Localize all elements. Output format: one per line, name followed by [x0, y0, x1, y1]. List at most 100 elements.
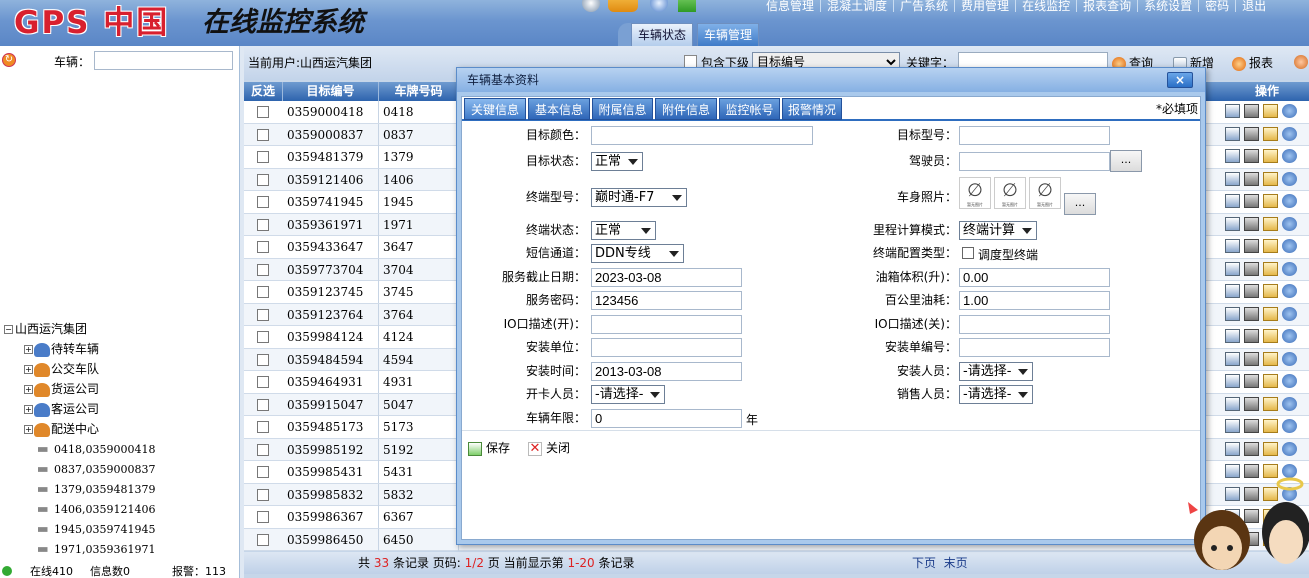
row-checkbox[interactable] — [257, 218, 269, 231]
save-icon[interactable] — [1244, 194, 1259, 208]
card-opener-select[interactable]: -请选择- — [591, 385, 665, 404]
save-button[interactable]: 保存 — [468, 439, 510, 456]
users-icon[interactable] — [1282, 149, 1297, 163]
document-icon[interactable] — [1263, 216, 1278, 231]
tree-group-label[interactable]: 配送中心 — [51, 422, 99, 436]
document-icon[interactable] — [1263, 306, 1278, 321]
users-icon[interactable] — [1282, 239, 1297, 253]
nav-item[interactable]: 混凝土调度 — [820, 0, 893, 12]
location-icon[interactable] — [582, 0, 600, 12]
save-icon[interactable] — [1244, 261, 1259, 276]
mileage-mode-select[interactable]: 终端计算 — [959, 221, 1037, 240]
expand-icon[interactable]: + — [24, 385, 33, 394]
edit-icon[interactable] — [1225, 396, 1240, 411]
nav-item[interactable]: 费用管理 — [954, 0, 1015, 12]
tree-vehicle-label[interactable]: 0418,0359000418 — [54, 443, 155, 456]
row-checkbox[interactable] — [257, 533, 269, 546]
dispatch-terminal-checkbox[interactable] — [962, 247, 974, 259]
save-icon[interactable] — [1244, 396, 1259, 411]
save-icon[interactable] — [1244, 441, 1259, 456]
terminal-status-select[interactable]: 正常 — [591, 221, 656, 240]
sms-channel-select[interactable]: DDN专线 — [591, 244, 684, 263]
edit-icon[interactable] — [1225, 419, 1240, 433]
edit-icon[interactable] — [1225, 104, 1240, 118]
tree-vehicle[interactable]: 1379,0359481379 — [4, 479, 238, 499]
tree-group[interactable]: + 客运公司 — [4, 399, 238, 419]
save-icon[interactable] — [1244, 419, 1259, 433]
vehicle-search-input[interactable] — [94, 51, 233, 70]
edit-icon[interactable] — [1225, 374, 1240, 388]
document-icon[interactable] — [1263, 329, 1278, 343]
row-checkbox[interactable] — [257, 353, 269, 366]
users-icon[interactable] — [1282, 261, 1297, 276]
install-time-input[interactable]: 2013-03-08 — [591, 362, 742, 381]
help-icon[interactable] — [650, 0, 668, 12]
row-checkbox[interactable] — [257, 241, 269, 253]
row-checkbox[interactable] — [257, 511, 269, 523]
row-checkbox[interactable] — [257, 128, 269, 141]
users-icon[interactable] — [1282, 351, 1297, 366]
users-icon[interactable] — [1282, 194, 1297, 208]
tree-vehicle-label[interactable]: 1379,0359481379 — [54, 483, 155, 496]
tree-vehicle-label[interactable]: 1406,0359121406 — [54, 503, 155, 516]
edit-icon[interactable] — [1225, 261, 1240, 276]
save-icon[interactable] — [1244, 216, 1259, 231]
fuel-consumption-input[interactable]: 1.00 — [959, 291, 1110, 310]
save-icon[interactable] — [1244, 149, 1259, 163]
row-checkbox[interactable] — [257, 151, 269, 163]
document-icon[interactable] — [1263, 419, 1278, 433]
tree-vehicle-label[interactable]: 1971,0359361971 — [54, 543, 155, 556]
install-unit-input[interactable] — [591, 338, 742, 357]
last-page-link[interactable]: 末页 — [944, 556, 968, 570]
tree-group[interactable]: + 配送中心 — [4, 419, 238, 439]
tree-root-label[interactable]: 山西运汽集团 — [15, 322, 87, 336]
document-icon[interactable] — [1263, 194, 1278, 208]
col-plate[interactable]: 车牌号码 — [379, 82, 459, 101]
dialog-tab[interactable]: 关键信息 — [464, 98, 526, 120]
nav-item[interactable]: 系统设置 — [1137, 0, 1198, 12]
sales-select[interactable]: -请选择- — [959, 385, 1033, 404]
car-icon[interactable] — [608, 0, 638, 12]
row-checkbox[interactable] — [257, 263, 269, 276]
row-checkbox[interactable] — [257, 398, 269, 411]
users-icon[interactable] — [1282, 306, 1297, 321]
tree-vehicle[interactable]: 1971,0359361971 — [4, 539, 238, 559]
edit-icon[interactable] — [1225, 441, 1240, 456]
tree-group[interactable]: + 货运公司 — [4, 379, 238, 399]
tree-vehicle-label[interactable]: 1945,0359741945 — [54, 523, 155, 536]
col-select[interactable]: 反选 — [244, 82, 283, 101]
row-checkbox[interactable] — [257, 286, 269, 298]
row-checkbox[interactable] — [257, 196, 269, 208]
document-icon[interactable] — [1263, 261, 1278, 276]
tree-group-label[interactable]: 客运公司 — [51, 402, 99, 416]
tree-vehicle[interactable]: 0837,0359000837 — [4, 459, 238, 479]
row-checkbox[interactable] — [257, 106, 269, 118]
document-icon[interactable] — [1263, 149, 1278, 163]
save-icon[interactable] — [1244, 329, 1259, 343]
users-icon[interactable] — [1282, 419, 1297, 433]
tab-vehicle-management[interactable]: 车辆管理 — [697, 23, 760, 46]
download-icon[interactable] — [678, 0, 696, 12]
install-no-input[interactable] — [959, 338, 1110, 357]
io-close-input[interactable] — [959, 315, 1110, 334]
dialog-tab[interactable]: 附属信息 — [592, 98, 653, 120]
expand-icon[interactable]: + — [24, 345, 33, 354]
nav-item[interactable]: 退出 — [1235, 0, 1272, 12]
photo-slot[interactable]: ∅ 暂无图片 — [1029, 177, 1061, 209]
save-icon[interactable] — [1244, 374, 1259, 388]
edit-icon[interactable] — [1225, 351, 1240, 366]
tree-group-label[interactable]: 公交车队 — [51, 362, 99, 376]
target-color-input[interactable] — [591, 126, 813, 145]
expand-icon[interactable]: + — [24, 365, 33, 374]
users-icon[interactable] — [1282, 284, 1297, 298]
col-target-no[interactable]: 目标编号 — [283, 82, 379, 101]
users-icon[interactable] — [1282, 126, 1297, 141]
tree-group[interactable]: + 公交车队 — [4, 359, 238, 379]
target-model-input[interactable] — [959, 126, 1110, 145]
report-button[interactable]: 报表 — [1232, 54, 1273, 71]
close-panel-icon[interactable] — [1294, 54, 1309, 69]
document-icon[interactable] — [1263, 396, 1278, 411]
row-checkbox[interactable] — [257, 173, 269, 186]
tree-group[interactable]: + 待转车辆 — [4, 339, 238, 359]
tree-group-label[interactable]: 货运公司 — [51, 382, 99, 396]
